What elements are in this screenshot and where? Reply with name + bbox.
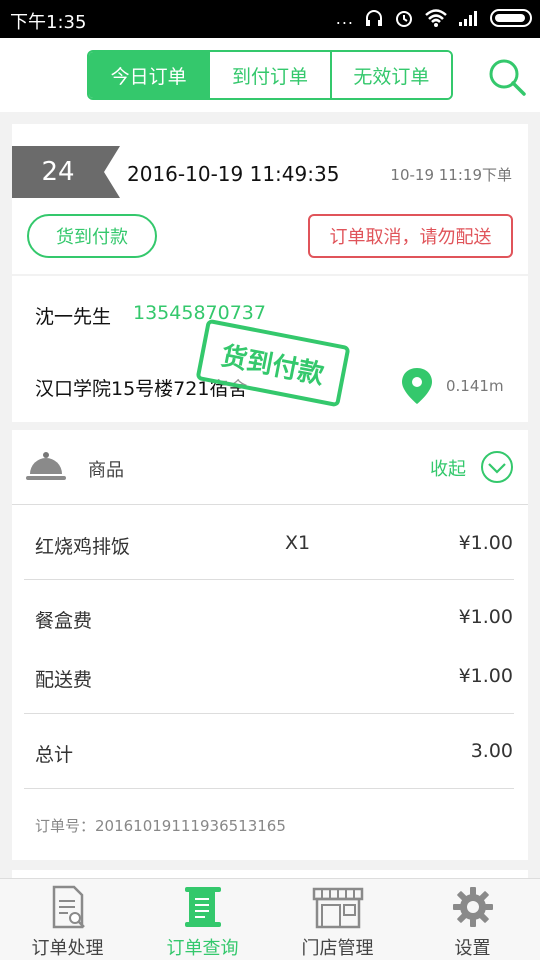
item-price: ¥1.00: [458, 532, 513, 554]
nav-label: 订单查询: [166, 938, 239, 959]
location-pin-icon[interactable]: [402, 368, 432, 404]
bottom-nav: 订单处理 订单查询 门店管理 设置: [0, 878, 540, 960]
order-tabs: 今日订单 到付订单 无效订单: [87, 50, 453, 100]
divider: [24, 579, 514, 580]
fee-value: ¥1.00: [458, 606, 513, 628]
order-time: 2016-10-19 11:49:35: [127, 162, 340, 186]
notification-dots: ...: [335, 8, 354, 28]
headset-icon: [366, 10, 382, 26]
nav-label: 设置: [454, 938, 491, 959]
search-icon[interactable]: [486, 56, 528, 98]
order-number-text: 订单号：20161019111936513165: [35, 817, 286, 835]
item-quantity: X1: [285, 532, 311, 554]
tab-today-orders[interactable]: 今日订单: [89, 52, 209, 98]
goods-header: 商品 收起: [12, 430, 528, 505]
status-time: 下午1:35: [10, 12, 87, 33]
alarm-icon: [396, 11, 412, 27]
order-query-icon: [184, 887, 221, 927]
distance: 0.141m: [446, 377, 504, 395]
payment-method-tag: 货到付款: [27, 214, 157, 258]
nav-store-manage[interactable]: 门店管理: [270, 879, 405, 960]
fee-value: ¥1.00: [458, 665, 513, 687]
total-label: 总计: [35, 744, 74, 766]
tab-invalid-orders[interactable]: 无效订单: [329, 52, 451, 98]
store-icon: [312, 887, 363, 929]
divider: [24, 788, 514, 789]
tab-cod-orders[interactable]: 到付订单: [208, 52, 330, 98]
divider: [24, 713, 514, 714]
gear-icon: [452, 887, 493, 927]
signal-icon: [459, 11, 477, 26]
nav-label: 订单处理: [31, 938, 104, 959]
food-cloche-icon: [26, 452, 66, 480]
status-icons: ...: [336, 8, 532, 28]
order-card-header: 24 2016-10-19 11:49:35 10-19 11:19下单 货到付…: [12, 124, 528, 274]
cancel-notice-tag: 订单取消，请勿配送: [308, 214, 513, 258]
nav-label: 门店管理: [301, 938, 374, 959]
item-name: 红烧鸡排饭: [35, 536, 131, 558]
total-value: 3.00: [470, 740, 513, 762]
goods-card: 商品 收起 红烧鸡排饭 X1 ¥1.00 餐盒费 ¥1.00 配送费 ¥1.00…: [12, 430, 528, 860]
fee-row: 配送费 ¥1.00: [35, 665, 513, 692]
collapse-label[interactable]: 收起: [430, 455, 466, 481]
nav-order-process[interactable]: 订单处理: [0, 879, 135, 960]
goods-label: 商品: [88, 460, 124, 481]
fee-label: 配送费: [35, 669, 93, 691]
nav-settings[interactable]: 设置: [405, 879, 540, 960]
battery-icon: [490, 9, 532, 27]
order-number: 24: [41, 157, 75, 187]
wifi-icon: [425, 9, 447, 27]
fee-label: 餐盒费: [35, 610, 93, 632]
nav-order-query[interactable]: 订单查询: [135, 879, 270, 960]
total-row: 总计 3.00: [35, 740, 513, 767]
order-placed-time: 10-19 11:19下单: [390, 166, 512, 184]
header: 今日订单 到付订单 无效订单: [0, 38, 540, 112]
order-process-icon: [52, 885, 85, 929]
customer-card: 沈一先生 13545870737 汉口学院15号楼721宿舍 货到付款 0.14…: [12, 276, 528, 422]
customer-name: 沈一先生: [35, 306, 112, 328]
order-number-tag: 24: [12, 146, 120, 198]
chevron-down-icon[interactable]: [480, 450, 514, 484]
status-bar: 下午1:35 ...: [0, 0, 540, 38]
list-item: 红烧鸡排饭 X1 ¥1.00: [35, 532, 513, 559]
fee-row: 餐盒费 ¥1.00: [35, 606, 513, 633]
customer-phone[interactable]: 13545870737: [133, 302, 266, 324]
